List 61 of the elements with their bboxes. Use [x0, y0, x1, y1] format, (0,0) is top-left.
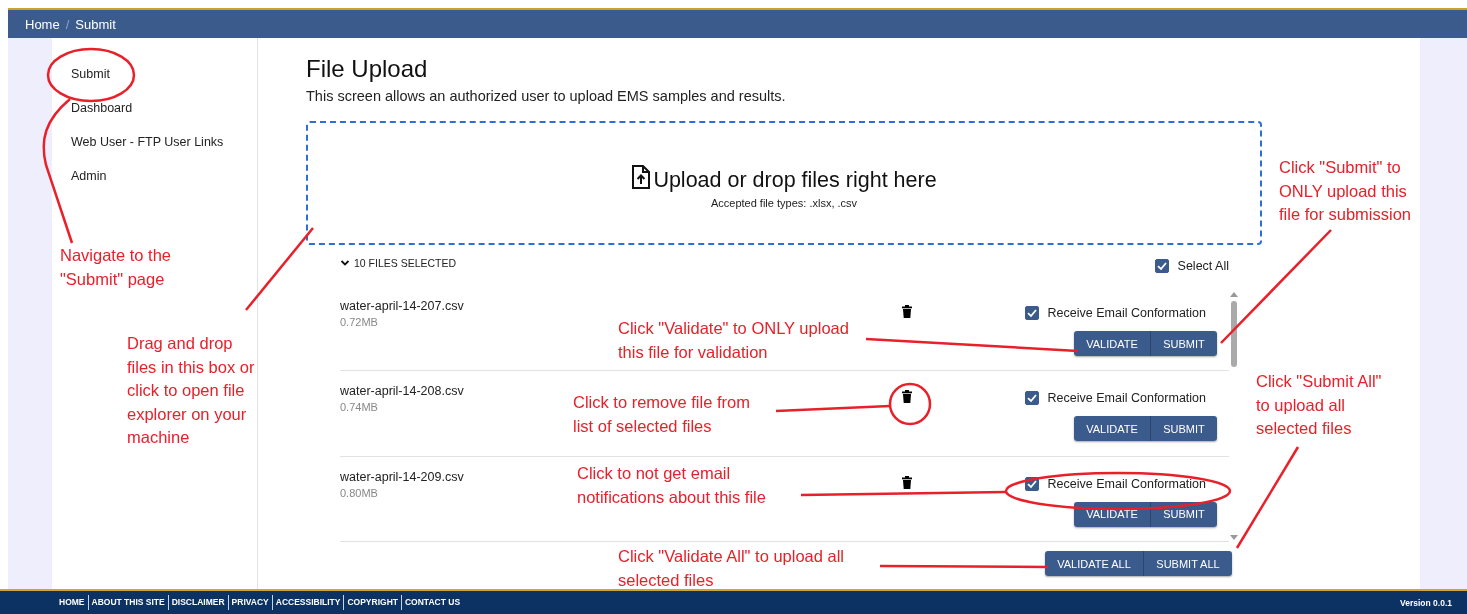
- footer-link[interactable]: CONTACT US: [401, 595, 464, 610]
- checkbox-label: Receive Email Conformation: [1047, 391, 1206, 406]
- drop-zone[interactable]: Upload or drop files right here Accepted file types: .xlsx, .csv: [306, 121, 1262, 245]
- file-name: water-april-14-208.csv: [340, 384, 464, 400]
- delete-button[interactable]: [902, 305, 912, 318]
- page-title: File Upload: [306, 54, 428, 84]
- chevron-icon: [340, 258, 350, 268]
- trash-icon: [902, 475, 912, 489]
- trash-icon: [902, 305, 912, 318]
- checkbox[interactable]: [1154, 259, 1169, 273]
- trash-icon: [902, 390, 912, 404]
- action-button[interactable]: SUBMIT: [1150, 416, 1217, 442]
- check-icon: [1025, 392, 1038, 405]
- footer-link[interactable]: DISCLAIMER: [167, 595, 228, 610]
- file-size: 0.74MB: [340, 401, 378, 414]
- nav-link[interactable]: Web User - FTP User Links: [71, 135, 224, 150]
- annotation-note: Click "Submit All" to upload all selected files: [1256, 371, 1382, 439]
- delete-button[interactable]: [902, 475, 912, 489]
- file-name: water-april-14-207.csv: [340, 299, 464, 314]
- checkbox-label: Select All: [1177, 259, 1229, 273]
- breadcrumb-separator: /: [65, 16, 70, 32]
- page-description: This screen allows an authorized user to upload EMS samples and results.: [306, 87, 786, 105]
- annotation-note: Click "Validate All" to upload all selected files: [618, 546, 845, 591]
- file-size: 0.80MB: [340, 486, 378, 499]
- breadcrumb-link[interactable]: Submit: [75, 16, 116, 32]
- annotation-note: Click "Submit" to ONLY upload this file for submission: [1279, 157, 1412, 225]
- annotation-note: Click to remove file from list of selected files: [573, 392, 750, 437]
- version-label: Version 0.0.1: [1400, 597, 1452, 608]
- checkbox-label: Receive Email Conformation: [1047, 476, 1206, 491]
- nav-link[interactable]: Admin: [71, 169, 107, 184]
- action-button[interactable]: VALIDATE ALL: [1045, 551, 1143, 576]
- highlight-circle: [888, 382, 932, 426]
- checkbox[interactable]: [1024, 391, 1039, 406]
- footer-link[interactable]: HOME: [56, 595, 88, 610]
- action-button[interactable]: SUBMIT: [1150, 501, 1217, 527]
- accepted-types: Accepted file types: .xlsx, .csv: [710, 197, 858, 209]
- footer-link[interactable]: COPYRIGHT: [343, 595, 401, 610]
- action-button[interactable]: VALIDATE: [1074, 331, 1150, 356]
- file-upload-icon: [631, 165, 652, 189]
- annotation-note: Drag and drop files in this box or click to open file explorer on your machine: [127, 333, 255, 448]
- footer-link[interactable]: ACCESSIBILITY: [271, 595, 344, 610]
- checkbox[interactable]: [1024, 306, 1039, 320]
- check-icon: [1025, 307, 1038, 319]
- annotation-note: Click "Validate" to ONLY upload this file for validation: [618, 318, 849, 363]
- delete-button[interactable]: [902, 390, 912, 404]
- files-toggle[interactable]: 10 FILES SELECTED: [340, 257, 457, 269]
- checkbox-label: Receive Email Conformation: [1047, 306, 1206, 320]
- breadcrumb-link[interactable]: Home: [25, 16, 60, 32]
- file-name: water-april-14-209.csv: [340, 469, 464, 485]
- action-button[interactable]: VALIDATE: [1074, 416, 1150, 442]
- footer-link[interactable]: PRIVACY: [227, 595, 272, 610]
- file-size: 0.72MB: [340, 316, 378, 328]
- action-button[interactable]: SUBMIT ALL: [1143, 551, 1232, 576]
- upload-prompt: Upload or drop files right here: [653, 167, 937, 193]
- annotation-note: Navigate to the "Submit" page: [60, 245, 171, 290]
- footer-link[interactable]: ABOUT THIS SITE: [87, 595, 168, 610]
- nav-link[interactable]: Dashboard: [71, 101, 133, 116]
- annotation-note: Click to not get email notifications about this file: [577, 463, 766, 508]
- check-icon: [1155, 260, 1168, 272]
- nav-link[interactable]: Submit: [71, 67, 110, 82]
- action-button[interactable]: SUBMIT: [1150, 331, 1217, 356]
